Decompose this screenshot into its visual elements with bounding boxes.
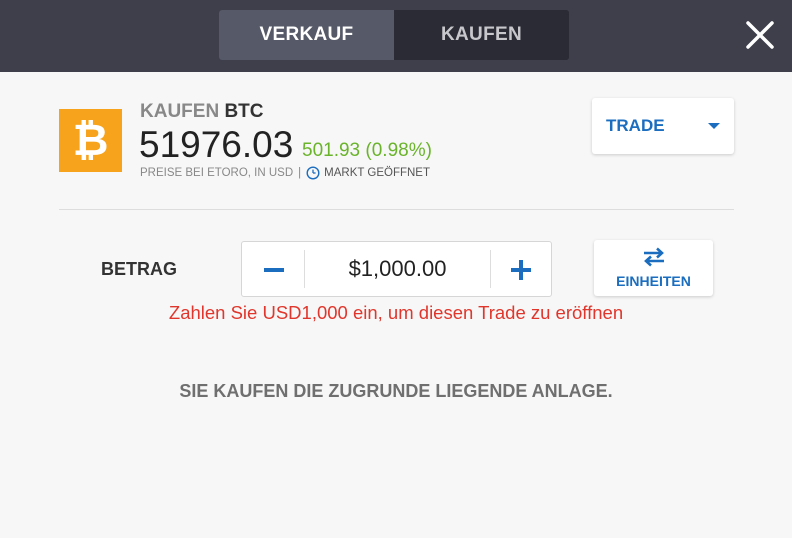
increase-amount-button[interactable]	[491, 242, 551, 296]
close-icon[interactable]	[742, 17, 778, 53]
amount-label: BETRAG	[101, 259, 177, 279]
bitcoin-icon: ₿	[59, 109, 122, 172]
top-bar: VERKAUF KAUFEN	[0, 0, 792, 72]
current-price: 51976.03	[139, 124, 294, 165]
meta-separator: |	[298, 167, 302, 179]
bitcoin-logo-glyph: ₿	[72, 114, 109, 166]
sell-tab[interactable]: VERKAUF	[219, 10, 394, 60]
units-button-label: EINHEITEN	[616, 273, 691, 289]
price-meta: PREISE BEI ETORO, IN USD | MARKT GEÖFFNE…	[140, 166, 430, 180]
amount-input[interactable]	[305, 242, 490, 296]
market-status: MARKT GEÖFFNET	[324, 167, 431, 179]
order-type-dropdown[interactable]: TRADE	[592, 98, 734, 154]
price-change: 501.93 (0.98%)	[302, 140, 432, 161]
instrument-header: KAUFEN BTC	[140, 101, 264, 123]
divider	[59, 209, 734, 210]
instrument-symbol: BTC	[224, 101, 264, 122]
buy-sell-toggle: VERKAUF KAUFEN	[219, 10, 569, 60]
chevron-down-icon	[708, 123, 720, 129]
info-message: SIE KAUFEN DIE ZUGRUNDE LIEGENDE ANLAGE.	[179, 381, 613, 401]
action-label: KAUFEN	[140, 101, 220, 122]
order-type-label: TRADE	[606, 116, 665, 135]
swap-icon	[644, 247, 664, 267]
buy-tab[interactable]: KAUFEN	[394, 10, 569, 60]
units-toggle-button[interactable]: EINHEITEN	[594, 240, 713, 296]
decrease-amount-button[interactable]	[242, 242, 304, 296]
price-source: PREISE BEI ETORO, IN USD	[140, 167, 294, 179]
clock-icon	[306, 166, 320, 180]
amount-stepper	[241, 241, 552, 297]
error-message: Zahlen Sie USD1,000 ein, um diesen Trade…	[168, 302, 624, 323]
